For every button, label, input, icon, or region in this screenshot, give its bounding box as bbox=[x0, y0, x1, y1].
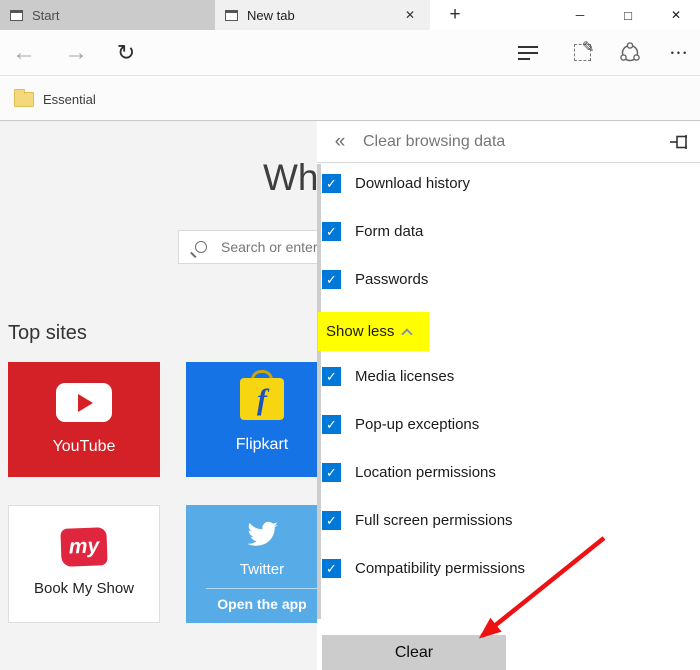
top-sites-heading: Top sites bbox=[8, 322, 87, 345]
tile-label: Twitter bbox=[240, 561, 284, 578]
tile-label: Flipkart bbox=[236, 436, 288, 454]
checkbox-compatibility-permissions[interactable]: ✓ bbox=[322, 559, 341, 578]
maximize-button[interactable]: □ bbox=[604, 0, 652, 30]
checkbox-row-passwords: ✓ Passwords bbox=[322, 269, 428, 289]
flipkart-bag-icon: f bbox=[240, 376, 284, 420]
twitter-bird-icon bbox=[245, 521, 279, 549]
checkbox-row-full-screen-permissions: ✓ Full screen permissions bbox=[322, 510, 513, 530]
checkbox-row-compatibility-permissions: ✓ Compatibility permissions bbox=[322, 558, 525, 578]
checkbox-passwords[interactable]: ✓ bbox=[322, 270, 341, 289]
hub-icon[interactable] bbox=[518, 30, 554, 75]
panel-header: « Clear browsing data bbox=[317, 121, 700, 163]
favorites-folder-essential[interactable]: Essential bbox=[10, 85, 100, 113]
close-button[interactable]: ✕ bbox=[652, 0, 700, 30]
clear-button[interactable]: Clear bbox=[322, 635, 506, 670]
folder-label: Essential bbox=[43, 92, 96, 107]
page-icon bbox=[10, 10, 23, 21]
checkbox-row-popup-exceptions: ✓ Pop-up exceptions bbox=[322, 414, 479, 434]
checkbox-form-data[interactable]: ✓ bbox=[322, 222, 341, 241]
checkbox-popup-exceptions[interactable]: ✓ bbox=[322, 415, 341, 434]
panel-scrollbar[interactable] bbox=[317, 164, 321, 619]
bookmyshow-logo-icon: my bbox=[60, 527, 107, 567]
checkbox-row-media-licenses: ✓ Media licenses bbox=[322, 366, 454, 386]
tile-flipkart[interactable]: f Flipkart bbox=[186, 362, 338, 477]
share-icon[interactable] bbox=[613, 30, 647, 75]
checkbox-media-licenses[interactable]: ✓ bbox=[322, 367, 341, 386]
tile-label: YouTube bbox=[53, 438, 116, 456]
forward-icon[interactable]: → bbox=[58, 30, 94, 75]
tab-new-tab-label: New tab bbox=[247, 8, 295, 23]
checkbox-row-download-history: ✓ Download history bbox=[322, 173, 470, 193]
tile-label: Book My Show bbox=[34, 580, 134, 597]
tile-twitter[interactable]: Twitter Open the app bbox=[186, 505, 338, 623]
checkbox-download-history[interactable]: ✓ bbox=[322, 174, 341, 193]
tile-divider bbox=[206, 588, 318, 589]
checkbox-row-location-permissions: ✓ Location permissions bbox=[322, 462, 496, 482]
search-icon bbox=[195, 241, 207, 253]
tab-start-label: Start bbox=[32, 8, 59, 23]
open-the-app-link[interactable]: Open the app bbox=[217, 596, 306, 612]
navigation-bar: ← → ↻ ✎ ••• bbox=[0, 30, 700, 76]
tile-bookmyshow[interactable]: my Book My Show bbox=[8, 505, 160, 623]
tab-new-tab[interactable]: New tab ✕ bbox=[215, 0, 430, 30]
checkbox-full-screen-permissions[interactable]: ✓ bbox=[322, 511, 341, 530]
page-icon bbox=[225, 10, 238, 21]
web-note-icon[interactable]: ✎ bbox=[565, 30, 599, 75]
tile-youtube[interactable]: YouTube bbox=[8, 362, 160, 477]
refresh-icon[interactable]: ↻ bbox=[108, 30, 144, 75]
checkbox-row-form-data: ✓ Form data bbox=[322, 221, 423, 241]
window-controls: ─ □ ✕ bbox=[556, 0, 700, 30]
minimize-button[interactable]: ─ bbox=[556, 0, 604, 30]
youtube-play-icon bbox=[56, 383, 112, 422]
tab-start[interactable]: Start bbox=[0, 0, 215, 30]
show-less-toggle[interactable]: Show less bbox=[318, 312, 429, 351]
clear-browsing-data-panel: « Clear browsing data ✓ Download history… bbox=[317, 121, 700, 670]
tab-close-icon[interactable]: ✕ bbox=[398, 0, 422, 30]
tab-bar: Start New tab ✕ + ─ □ ✕ bbox=[0, 0, 700, 30]
panel-title: Clear browsing data bbox=[363, 133, 505, 151]
more-actions-icon[interactable]: ••• bbox=[660, 30, 700, 75]
panel-back-icon[interactable]: « bbox=[329, 131, 351, 153]
new-tab-button[interactable]: + bbox=[440, 0, 470, 30]
pin-icon[interactable] bbox=[670, 135, 688, 149]
chevron-up-icon bbox=[402, 328, 413, 339]
favorites-bar: Essential bbox=[0, 77, 700, 121]
checkbox-location-permissions[interactable]: ✓ bbox=[322, 463, 341, 482]
folder-icon bbox=[14, 92, 34, 107]
back-icon[interactable]: ← bbox=[6, 30, 42, 75]
